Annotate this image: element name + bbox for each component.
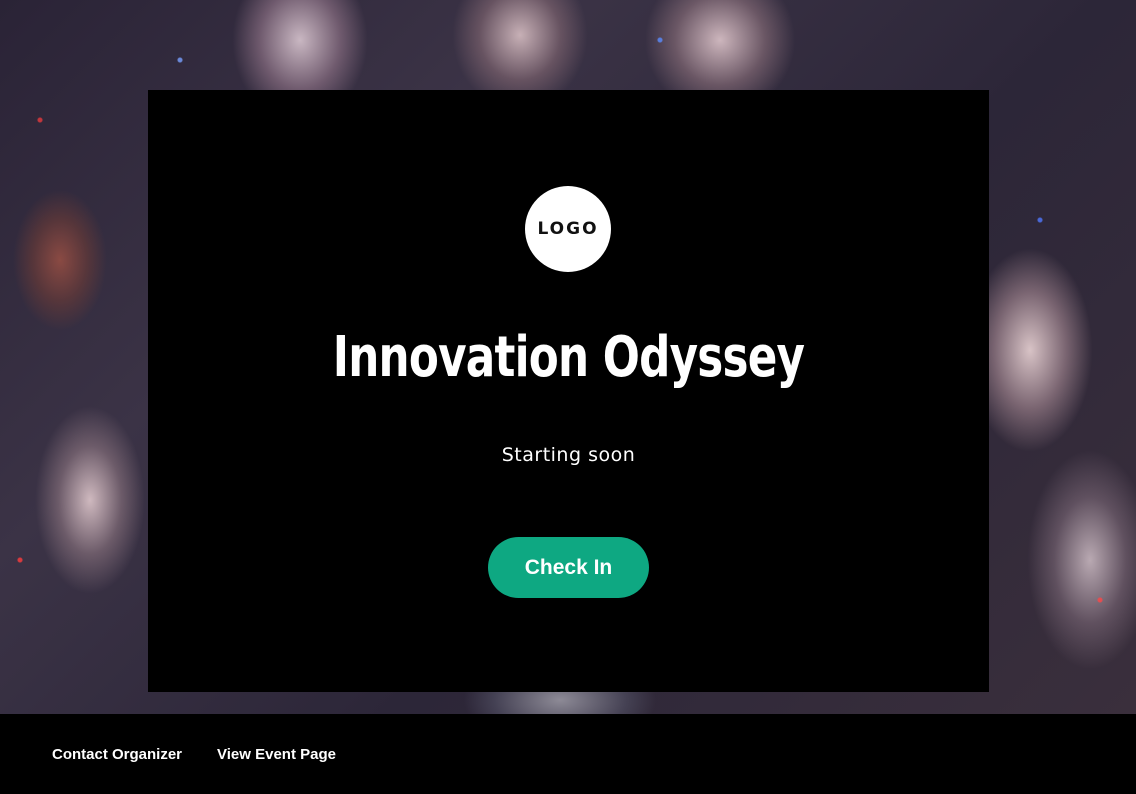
event-checkin-page: LOGO Innovation Odyssey Starting soon Ch…: [0, 0, 1136, 794]
event-logo: LOGO: [525, 186, 611, 272]
event-title: Innovation Odyssey: [332, 325, 805, 390]
footer: Contact Organizer View Event Page: [0, 714, 1136, 794]
check-in-button[interactable]: Check In: [488, 537, 649, 598]
contact-organizer-link[interactable]: Contact Organizer: [52, 746, 182, 763]
event-card: LOGO Innovation Odyssey Starting soon Ch…: [148, 90, 989, 692]
event-status: Starting soon: [501, 444, 636, 466]
view-event-page-link[interactable]: View Event Page: [217, 746, 336, 763]
logo-text: LOGO: [537, 219, 599, 239]
